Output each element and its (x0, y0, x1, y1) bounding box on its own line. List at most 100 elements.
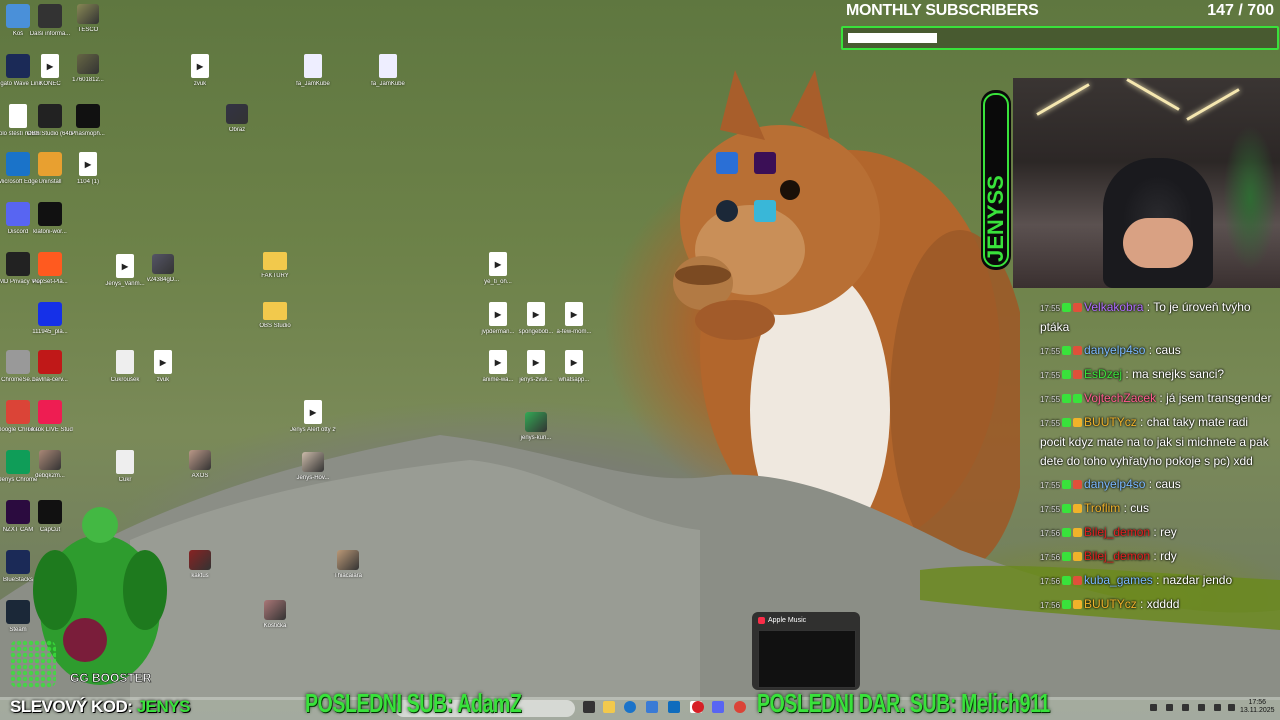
subscriber-progress-fill (848, 33, 937, 43)
media-icon: ▶ (41, 54, 59, 78)
tray-chevron-icon[interactable] (1150, 704, 1157, 711)
app-overlay-icon[interactable] (754, 200, 776, 222)
desktop-icon[interactable]: Phasmoph... (65, 104, 111, 138)
tray-wifi-icon[interactable] (1198, 704, 1205, 711)
desktop-icon-label: fa_JamKube (371, 81, 405, 87)
desktop-icon[interactable]: Kostička (252, 600, 298, 630)
chat-username[interactable]: danyelp4so (1084, 343, 1145, 357)
tiktok-icon (38, 400, 62, 424)
chat-username[interactable]: Troflim (1084, 501, 1120, 515)
desktop-icon-label: v24384gD... (146, 277, 180, 283)
blue-square-icon (38, 302, 62, 326)
media-icon: ▶ (489, 350, 507, 374)
image-icon (77, 54, 99, 74)
desktop-icon[interactable]: ▶ Jenys Alert otty zvuk (290, 400, 336, 434)
media-icon: ▶ (304, 400, 322, 424)
chat-text: rdy (1160, 549, 1177, 563)
chat-username[interactable]: EsDzej (1084, 367, 1122, 381)
chat-username[interactable]: BUUTYcz (1084, 415, 1137, 429)
document-icon (304, 54, 322, 78)
desktop-icon[interactable]: FAKTURY (252, 252, 298, 280)
chat-badge-icon (1062, 346, 1072, 356)
chat-separator: : (1145, 343, 1156, 357)
desktop-icon[interactable]: Cukr (102, 450, 148, 484)
chat-username[interactable]: kuba_games (1084, 573, 1153, 587)
chat-username[interactable]: Velkakobra (1084, 300, 1143, 314)
chat-username[interactable]: Bilej_demon (1084, 525, 1150, 539)
file-explorer-icon[interactable] (603, 701, 615, 713)
chat-username[interactable]: VojtechZacek (1084, 391, 1156, 405)
chat-username[interactable]: BUUTYcz (1084, 597, 1137, 611)
desktop-icon[interactable]: fa_JamKube (290, 54, 336, 88)
desktop-icon[interactable]: 17601812... (65, 54, 111, 84)
promo-label: SLEVOVÝ KOD: (10, 697, 133, 716)
desktop-icon-label: klatoni-wor... (33, 229, 67, 235)
desktop-icon[interactable]: 111945_pla... (27, 302, 73, 336)
desktop-icon[interactable]: ▶ 1104 (1) (65, 152, 111, 186)
gg-booster-text: GG BOOSTER (70, 671, 152, 685)
apple-music-preview[interactable]: Apple Music (752, 612, 860, 690)
opera-icon[interactable] (692, 701, 704, 713)
apple-music-thumbnail[interactable] (758, 630, 856, 688)
chat-separator: : (1136, 597, 1147, 611)
image-icon (77, 4, 99, 24)
chat-timestamp: 17:55 (1040, 304, 1061, 313)
desktop-icon[interactable]: jenys-kun... (513, 412, 559, 442)
desktop-icon[interactable]: Jenys-Hov... (290, 452, 336, 482)
chat-timestamp: 17:56 (1040, 553, 1061, 562)
desktop-icon[interactable]: ▶ zvuk (177, 54, 223, 88)
desktop-icon[interactable]: TikTok LIVE Studio (27, 400, 73, 434)
task-view-icon[interactable] (583, 701, 595, 713)
chat-message: 17:56 Bilej_demon : rdy (1040, 547, 1276, 567)
tray-mic-icon[interactable] (1182, 704, 1189, 711)
subscriber-goal-count: 147 / 700 (1207, 2, 1274, 20)
desktop-icon[interactable]: ▶ whatsapp... (551, 350, 597, 384)
discord-taskbar-icon[interactable] (712, 701, 724, 713)
chat-text: nazdar jendo (1162, 573, 1233, 587)
desktop-icon[interactable]: fa_JamKube (365, 54, 411, 88)
store-icon[interactable] (646, 701, 658, 713)
chat-badge-icon (1073, 480, 1083, 490)
desktop-icon[interactable]: AXOS (177, 450, 223, 480)
tray-volume-icon[interactable] (1214, 704, 1221, 711)
edge-taskbar-icon[interactable] (624, 701, 636, 713)
desktop-icon[interactable]: Thiacaiara (325, 550, 371, 580)
desktop-icon[interactable]: ▶ zvuk (140, 350, 186, 384)
media-icon: ▶ (565, 302, 583, 326)
taskbar-clock[interactable]: 17:56 13.11.2025 (1240, 699, 1275, 715)
nzxt-cam-icon[interactable] (754, 152, 776, 174)
desktop-icon[interactable]: PopSet-Pla... (27, 252, 73, 286)
chat-text: rey (1160, 525, 1177, 539)
desktop-icon[interactable]: debqk2m... (27, 450, 73, 480)
desktop-icon[interactable]: ▶ a-few-mom... (551, 302, 597, 336)
desktop-icon[interactable]: bavlna-cerv... (27, 350, 73, 384)
chat-badge-icon (1062, 370, 1072, 380)
chrome-taskbar-icon[interactable] (734, 701, 746, 713)
desktop-icon[interactable]: ▶ ye_ti_oh... (475, 252, 521, 286)
desktop-icon[interactable]: v24384gD... (140, 254, 186, 284)
image-icon (525, 412, 547, 432)
desktop-icon[interactable]: TESCO (65, 4, 111, 34)
outlook-icon[interactable] (668, 701, 680, 713)
desktop-icon[interactable]: Obraz (214, 104, 260, 134)
subscriber-progress-track (841, 26, 1279, 50)
chat-text: caus (1155, 477, 1181, 491)
chat-username[interactable]: danyelp4so (1084, 477, 1145, 491)
document-icon (116, 350, 134, 374)
chat-timestamp: 17:56 (1040, 577, 1061, 586)
chat-badge-icon (1062, 528, 1072, 538)
steam-overlay-icon[interactable] (716, 200, 738, 222)
chat-badge-icon (1073, 303, 1083, 313)
download-icon[interactable] (716, 152, 738, 174)
tray-network-icon[interactable] (1166, 704, 1173, 711)
desktop-icon[interactable]: kaktus (177, 550, 223, 580)
chat-timestamp: 17:55 (1040, 419, 1061, 428)
desktop-icon-label: FAKTURY (261, 273, 289, 279)
tray-battery-icon[interactable] (1228, 704, 1235, 711)
desktop-icon[interactable]: klatoni-wor... (27, 202, 73, 236)
desktop-icon[interactable]: OBS Studio (252, 302, 298, 330)
folder-icon (263, 302, 287, 320)
jenyss-brand-logo: JENYSS (981, 90, 1011, 270)
chat-username[interactable]: Bilej_demon (1084, 549, 1150, 563)
chat-timestamp: 17:55 (1040, 481, 1061, 490)
